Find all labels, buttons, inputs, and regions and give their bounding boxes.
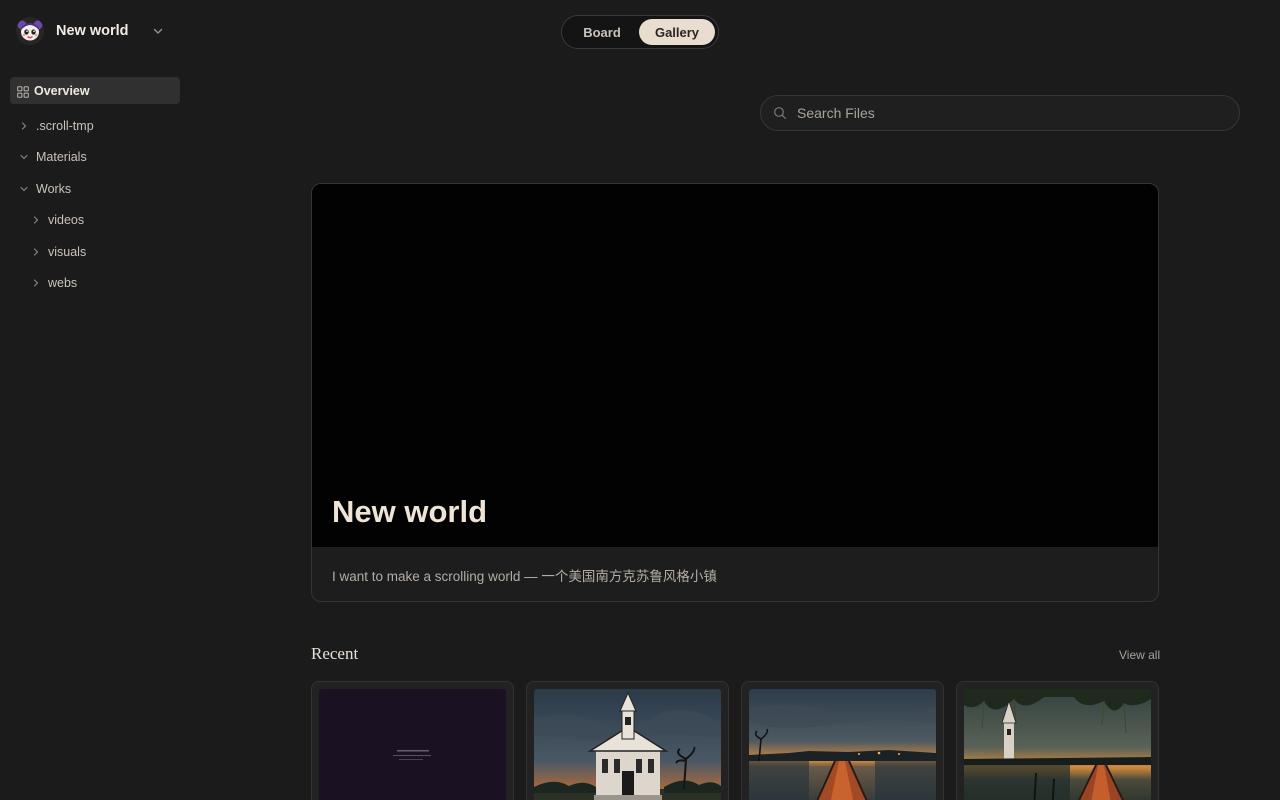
hero-cover xyxy=(312,184,1158,547)
thumbnail-image xyxy=(964,689,1151,800)
gallery-tab[interactable]: Gallery xyxy=(639,19,715,45)
board-tab[interactable]: Board xyxy=(565,19,639,45)
search-box[interactable] xyxy=(760,95,1240,131)
sidebar-item-label: Materials xyxy=(36,150,87,164)
sidebar-item-scroll-tmp[interactable]: .scroll-tmp xyxy=(19,116,94,136)
sidebar-item-label: Works xyxy=(36,182,72,196)
thumbnail-image xyxy=(749,689,936,800)
recent-item-1[interactable] xyxy=(311,681,514,800)
recent-heading: Recent xyxy=(311,644,359,663)
sidebar-item-label: videos xyxy=(48,213,85,227)
recent-item-2[interactable] xyxy=(526,681,729,800)
sidebar-item-label: webs xyxy=(48,276,78,290)
sidebar-item-label: .scroll-tmp xyxy=(36,119,94,133)
sidebar-item-materials[interactable]: Materials xyxy=(19,147,87,167)
sidebar-item-works[interactable]: Works xyxy=(19,179,71,199)
sidebar: New world Overview .scroll-tmp Materials xyxy=(0,0,190,800)
search-icon xyxy=(773,106,787,120)
sidebar-item-webs[interactable]: webs xyxy=(31,273,77,293)
project-hero-card[interactable]: New world I want to make a scrolling wor… xyxy=(311,183,1159,602)
chevron-right-icon xyxy=(31,278,41,288)
sidebar-item-overview[interactable]: Overview xyxy=(10,77,180,104)
thumbnail-image xyxy=(534,689,721,800)
sidebar-item-videos[interactable]: videos xyxy=(31,210,84,230)
grid-icon xyxy=(17,85,29,98)
chevron-down-icon[interactable] xyxy=(150,23,166,39)
chevron-down-icon xyxy=(19,152,29,162)
page-title: New world xyxy=(332,494,488,529)
project-description: I want to make a scrolling world — 一个美国南… xyxy=(332,569,717,584)
search-input[interactable] xyxy=(797,105,1217,121)
chevron-right-icon xyxy=(31,215,41,225)
avatar xyxy=(16,17,44,45)
chevron-right-icon xyxy=(31,247,41,257)
chevron-right-icon xyxy=(19,121,29,131)
sidebar-item-label: visuals xyxy=(48,245,87,259)
sidebar-item-visuals[interactable]: visuals xyxy=(31,242,86,262)
view-toggle: Board Gallery xyxy=(561,15,719,49)
recent-item-4[interactable] xyxy=(956,681,1159,800)
thumbnail-image xyxy=(319,689,506,800)
recent-item-3[interactable] xyxy=(741,681,944,800)
chevron-down-icon xyxy=(19,184,29,194)
sidebar-item-label: Overview xyxy=(34,83,90,98)
workspace-name: New world xyxy=(56,23,129,39)
workspace-switcher[interactable]: New world xyxy=(16,16,166,46)
view-all-link[interactable]: View all xyxy=(1119,648,1160,662)
